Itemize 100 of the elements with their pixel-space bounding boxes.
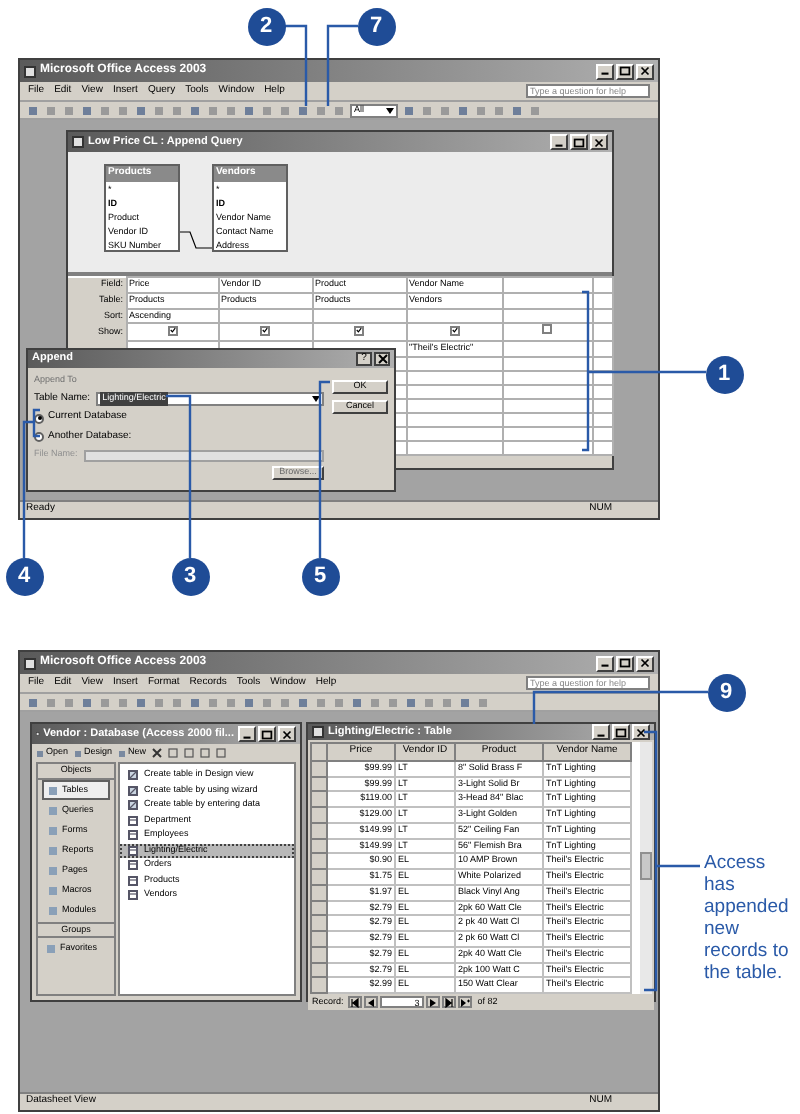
toolbar-button[interactable] [44,103,58,117]
toolbar-button[interactable] [80,103,94,117]
minimize-button[interactable] [596,63,614,79]
minimize-button[interactable] [238,726,256,742]
step-marker: 9 [707,673,745,711]
close-button[interactable] [374,352,390,366]
new-record-button[interactable] [457,996,472,1009]
toolbar-button[interactable] [170,103,184,117]
maximize-button[interactable] [570,134,588,150]
checkmark-icon [356,326,362,334]
toolbar-button[interactable] [188,103,202,117]
caption-text: Access has appended new records to the table. [704,852,791,984]
toolbar-button[interactable] [62,695,76,709]
toolbar-button[interactable] [368,695,382,709]
minimize-button[interactable] [592,724,610,741]
toolbar-button[interactable] [314,695,328,709]
toolbar-button[interactable] [474,103,488,117]
toolbar-button[interactable] [224,103,238,117]
window-icon [24,657,36,669]
checkbox[interactable] [260,325,270,335]
toolbar-button[interactable] [168,748,179,758]
checkbox[interactable] [167,325,177,335]
toolbar-button[interactable] [510,103,524,117]
toolbar-button[interactable] [80,695,94,709]
toolbar-button[interactable] [216,748,227,758]
toolbar-button[interactable] [440,695,454,709]
toolbar-button[interactable] [456,103,470,117]
step-marker: 4 [5,557,43,595]
next-record-button[interactable] [425,996,440,1009]
checkbox[interactable] [542,324,552,335]
maximize-button[interactable] [258,726,276,742]
last-record-button[interactable] [441,996,456,1009]
toolbar-button[interactable] [332,695,346,709]
shortcut-icon [128,800,138,811]
window-icon [312,726,324,739]
caret-icon [386,107,394,113]
minimize-button[interactable] [596,655,614,671]
toolbar-button[interactable] [422,695,436,709]
toolbar-button[interactable] [188,695,202,709]
toolbar-button[interactable] [206,103,220,117]
minimize-button[interactable] [550,134,568,150]
toolbar-button[interactable] [98,103,112,117]
toolbar-button[interactable] [134,103,148,117]
toolbar-button[interactable] [224,695,238,709]
toolbar-button[interactable] [170,695,184,709]
toolbar-button[interactable] [242,103,256,117]
checkbox[interactable] [449,325,459,335]
checkmark-icon [451,326,457,334]
close-icon [638,656,652,670]
toolbar-button[interactable] [458,695,472,709]
toolbar-button[interactable] [116,695,130,709]
toolbar-button[interactable] [206,695,220,709]
toolbar-button[interactable] [350,695,364,709]
toolbar-button[interactable] [386,695,400,709]
toolbar-button[interactable] [296,103,310,117]
toolbar-button[interactable] [134,695,148,709]
toolbar-button[interactable] [528,103,542,117]
toolbar-button[interactable] [200,748,211,758]
toolbar-button[interactable] [98,695,112,709]
toolbar-button[interactable] [332,103,346,117]
toolbar-button[interactable] [152,695,166,709]
close-icon [634,725,648,740]
toolbar-button[interactable] [438,103,452,117]
table-icon [128,815,138,826]
toolbar-button[interactable] [26,103,40,117]
checkbox[interactable] [354,325,364,335]
first-record-icon [349,997,360,1008]
toolbar-button[interactable] [184,748,195,758]
first-record-button[interactable] [347,996,362,1009]
toolbar-button[interactable] [278,695,292,709]
vertical-scrollbar[interactable] [640,742,652,994]
select-all-button[interactable] [311,743,327,761]
maximize-button[interactable] [616,655,634,671]
previous-record-button[interactable] [363,996,378,1009]
toolbar-button[interactable] [314,103,328,117]
toolbar-button[interactable] [404,695,418,709]
toolbar-icon [74,749,83,757]
toolbar-button[interactable] [492,103,506,117]
maximize-icon [618,656,632,670]
toolbar-button[interactable] [152,103,166,117]
toolbar-button[interactable] [420,103,434,117]
file-name-field[interactable] [83,449,324,462]
maximize-button[interactable] [616,63,634,79]
toolbar-button[interactable] [116,103,130,117]
toolbar-button[interactable] [402,103,416,117]
radio-button[interactable] [34,413,44,423]
toolbar-button[interactable] [296,695,310,709]
window-icon [72,136,84,148]
toolbar-button[interactable] [260,695,274,709]
close-icon [377,354,387,364]
toolbar-button[interactable] [242,695,256,709]
checkmark-icon [262,326,268,334]
toolbar-button[interactable] [26,695,40,709]
scrollbar-thumb[interactable] [640,852,652,881]
toolbar-button[interactable] [260,103,274,117]
toolbar-button[interactable] [44,695,58,709]
toolbar-button[interactable] [476,695,490,709]
toolbar-button[interactable] [278,103,292,117]
toolbar-button[interactable] [62,103,76,117]
radio-button[interactable] [34,432,44,442]
